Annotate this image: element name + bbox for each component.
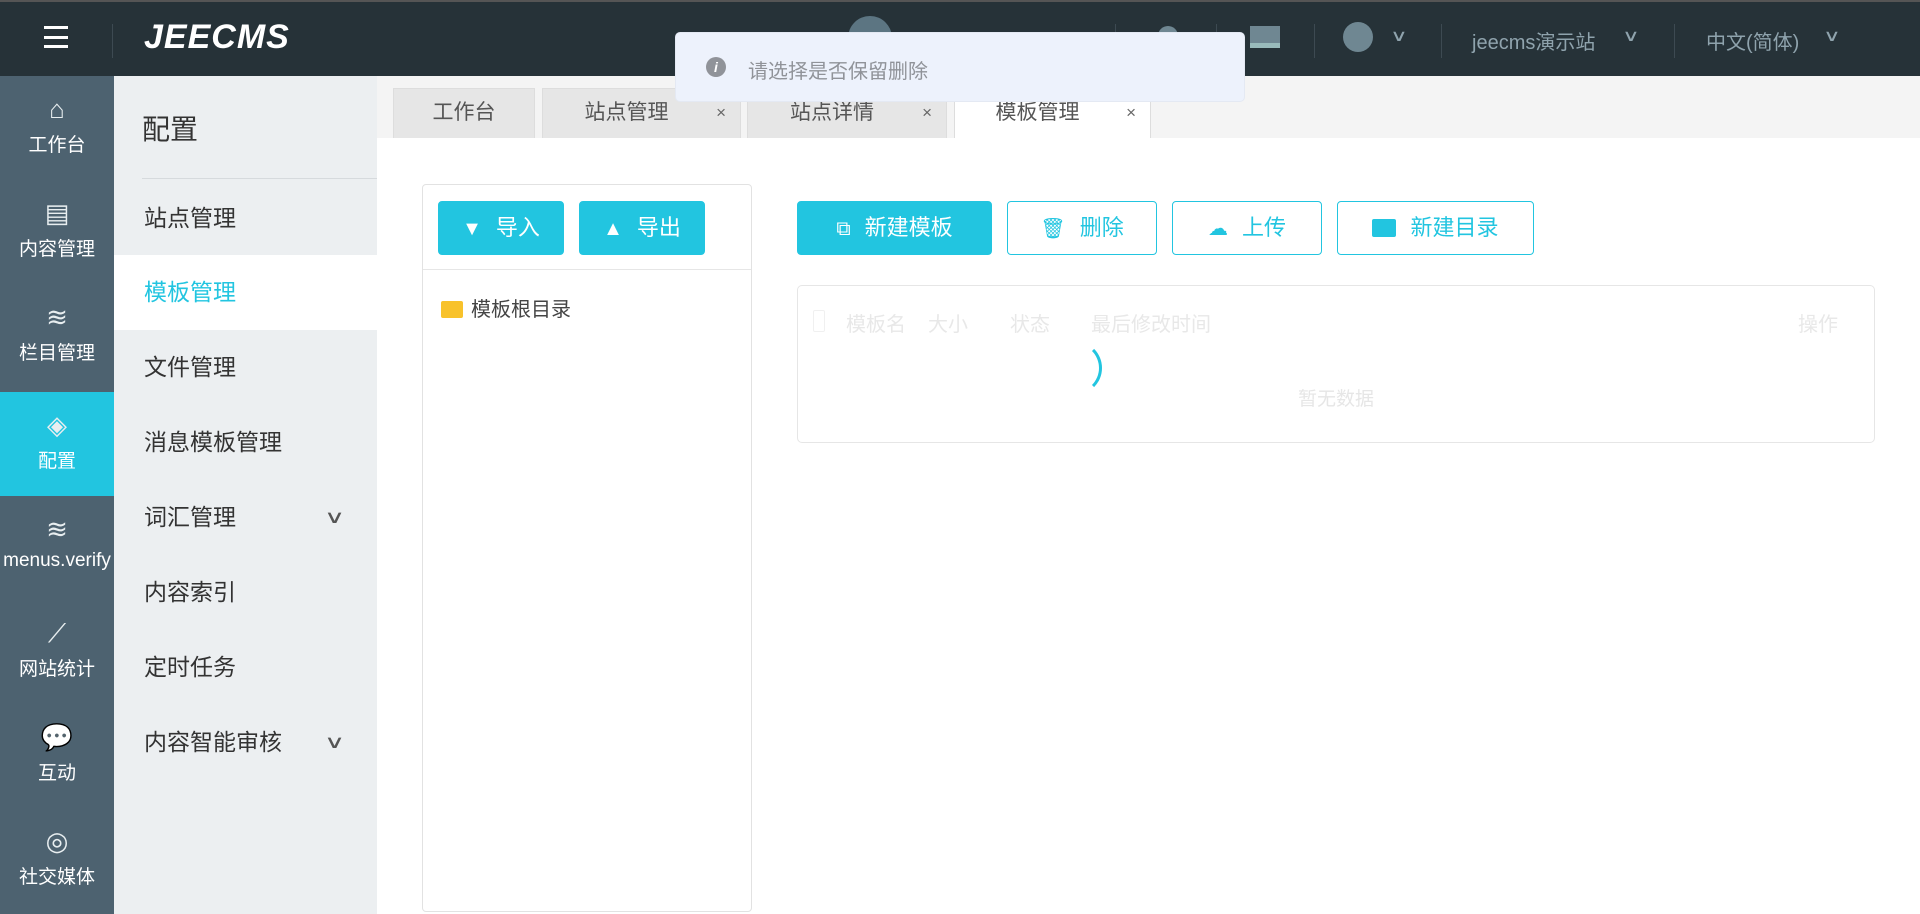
item-label: 定时任务 bbox=[144, 654, 236, 680]
column-header-status[interactable]: 状态 bbox=[1010, 308, 1050, 337]
chevron-down-icon[interactable]: ∨ bbox=[1622, 26, 1640, 46]
logo: JEECMS bbox=[144, 18, 290, 56]
item-label: 内容智能审核 bbox=[144, 729, 282, 755]
download-folder-icon: ▼ bbox=[462, 218, 482, 240]
rail-item-interaction[interactable]: 💬 互动 bbox=[0, 704, 114, 808]
divider bbox=[142, 178, 377, 179]
rail-item-stats[interactable]: ⟋ 网站统计 bbox=[0, 600, 114, 704]
folder-icon bbox=[1372, 219, 1397, 237]
item-label: 词汇管理 bbox=[144, 504, 236, 530]
rail-item-channel[interactable]: ≋ 栏目管理 bbox=[0, 284, 114, 388]
import-button[interactable]: ▼ 导入 bbox=[438, 201, 564, 255]
chevron-down-icon: ∨ bbox=[323, 732, 345, 752]
template-tree-panel: 模板根目录 bbox=[422, 184, 752, 912]
sidebar-item-smart-review[interactable]: 内容智能审核 ∨ bbox=[114, 705, 377, 780]
button-label: 新建模板 bbox=[864, 215, 953, 240]
item-label: 内容索引 bbox=[144, 579, 236, 605]
copy-plus-icon: ⧉ bbox=[836, 218, 851, 240]
sidebar-item-file[interactable]: 文件管理 bbox=[114, 330, 377, 405]
sidebar-title: 配置 bbox=[142, 114, 199, 145]
chevron-down-icon[interactable]: ∨ bbox=[1390, 26, 1408, 46]
home-icon: ⌂ bbox=[49, 94, 65, 124]
sidebar-item-scheduled-task[interactable]: 定时任务 bbox=[114, 630, 377, 705]
button-label: 上传 bbox=[1241, 215, 1286, 240]
language-selector[interactable]: 中文(简体) bbox=[1706, 26, 1799, 55]
new-template-button[interactable]: ⧉ 新建模板 bbox=[797, 201, 992, 255]
divider bbox=[423, 269, 751, 270]
sidebar-item-site[interactable]: 站点管理 bbox=[114, 181, 377, 256]
chevron-down-icon[interactable]: ∨ bbox=[1823, 26, 1841, 46]
sidebar-item-message-template[interactable]: 消息模板管理 bbox=[114, 405, 377, 480]
palette-icon[interactable] bbox=[1343, 22, 1373, 52]
column-header-size[interactable]: 大小 bbox=[928, 308, 968, 337]
rail-label: 网站统计 bbox=[18, 659, 95, 680]
tree-node-root[interactable]: 模板根目录 bbox=[441, 293, 571, 322]
rail-item-social[interactable]: ◎ 社交媒体 bbox=[0, 808, 114, 912]
toast-text: 请选择是否保留删除 bbox=[748, 61, 928, 83]
tab-label: 站点详情 bbox=[790, 101, 874, 124]
layers-icon: ≋ bbox=[46, 514, 68, 544]
sidebar-item-vocabulary[interactable]: 词汇管理 ∨ bbox=[114, 480, 377, 555]
tab-label: 工作台 bbox=[432, 101, 496, 124]
rail-label: 互动 bbox=[37, 763, 76, 784]
tab-label: 模板管理 bbox=[995, 101, 1080, 124]
chart-icon: ⟋ bbox=[47, 618, 67, 648]
item-label: 站点管理 bbox=[144, 205, 236, 231]
new-directory-button[interactable]: 新建目录 bbox=[1337, 201, 1534, 255]
rail-label: 配置 bbox=[37, 451, 76, 472]
item-label: 模板管理 bbox=[144, 279, 236, 305]
sub-sidebar: 配置 站点管理 模板管理 文件管理 消息模板管理 词汇管理 ∨ 内容索引 定时任务… bbox=[114, 76, 377, 914]
cloud-upload-icon: ☁ bbox=[1207, 218, 1228, 240]
rail-item-verify[interactable]: ≋ menus.verify bbox=[0, 496, 114, 600]
trash-icon: 🗑 bbox=[1040, 218, 1066, 240]
empty-text: 暂无数据 bbox=[1297, 389, 1374, 410]
toast-message: i 请选择是否保留删除 bbox=[675, 32, 1245, 102]
info-icon: i bbox=[706, 57, 726, 77]
upload-folder-icon: ▲ bbox=[603, 218, 623, 240]
monitor-icon[interactable] bbox=[1250, 26, 1280, 48]
rail-label: 工作台 bbox=[28, 135, 86, 156]
item-label: 文件管理 bbox=[144, 354, 236, 380]
button-label: 新建目录 bbox=[1410, 215, 1499, 240]
social-icon: ◎ bbox=[45, 826, 69, 856]
column-header-modified[interactable]: 最后修改时间 bbox=[1091, 308, 1211, 337]
hamburger-menu-icon[interactable] bbox=[44, 26, 68, 48]
delete-button[interactable]: 🗑 删除 bbox=[1007, 201, 1157, 255]
template-table: 模板名 大小 状态 最后修改时间 操作 暂无数据 bbox=[797, 285, 1875, 443]
folder-icon bbox=[441, 301, 463, 318]
site-selector[interactable]: jeecms演示站 bbox=[1472, 26, 1595, 55]
cube-icon: ◈ bbox=[47, 410, 67, 440]
sidebar-item-template[interactable]: 模板管理 bbox=[114, 255, 377, 330]
main-rail: ⌂ 工作台 ▤ 内容管理 ≋ 栏目管理 ◈ 配置 ≋ menus.verify ⟋ 网站统计… bbox=[0, 76, 114, 914]
column-header-actions: 操作 bbox=[1798, 314, 1838, 336]
tab-workbench[interactable]: 工作台 bbox=[393, 88, 535, 138]
layers-icon: ≋ bbox=[46, 302, 68, 332]
rail-label: 栏目管理 bbox=[18, 343, 95, 364]
export-button[interactable]: ▲ 导出 bbox=[579, 201, 705, 255]
tree-node-label: 模板根目录 bbox=[471, 299, 571, 321]
rail-label: 社交媒体 bbox=[18, 867, 95, 888]
rail-item-config[interactable]: ◈ 配置 bbox=[0, 392, 114, 496]
chat-icon: 💬 bbox=[40, 722, 74, 752]
button-label: 导出 bbox=[636, 215, 681, 240]
sidebar-item-content-index[interactable]: 内容索引 bbox=[114, 555, 377, 630]
chevron-down-icon: ∨ bbox=[323, 507, 345, 527]
rail-label: 内容管理 bbox=[18, 239, 95, 260]
upload-button[interactable]: ☁ 上传 bbox=[1172, 201, 1322, 255]
button-label: 删除 bbox=[1079, 215, 1124, 240]
tab-label: 站点管理 bbox=[584, 101, 669, 124]
column-header-name[interactable]: 模板名 bbox=[846, 308, 906, 337]
item-label: 消息模板管理 bbox=[144, 429, 282, 455]
select-all-checkbox[interactable] bbox=[813, 310, 825, 332]
rail-label: menus.verify bbox=[3, 550, 111, 571]
rail-item-workbench[interactable]: ⌂ 工作台 bbox=[0, 76, 114, 180]
rail-item-content[interactable]: ▤ 内容管理 bbox=[0, 180, 114, 284]
button-label: 导入 bbox=[495, 215, 540, 240]
document-icon: ▤ bbox=[44, 198, 70, 228]
